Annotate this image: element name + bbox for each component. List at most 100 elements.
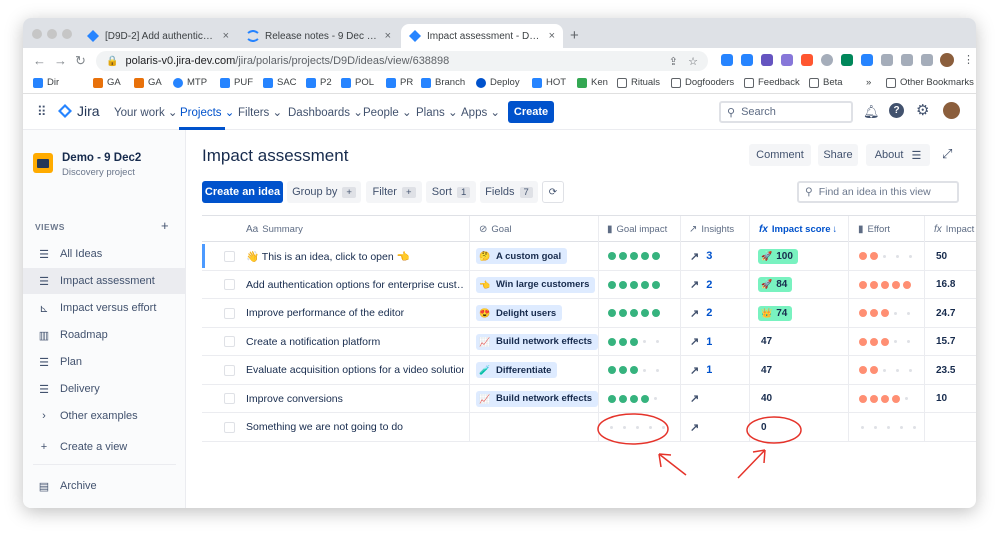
table-row[interactable]: Something we are not going to do ↗ 0 [202,413,976,442]
extension-icon[interactable] [781,54,793,66]
goal-tag[interactable]: 📈 Build network effects [476,333,599,350]
row-checkbox[interactable] [224,393,235,404]
bookmark[interactable]: POL [341,77,374,88]
find-idea-input[interactable]: ⚲ Find an idea in this view [797,181,959,203]
insights-count[interactable]: ↗ 3 [690,250,712,263]
share-button[interactable]: Share [818,144,858,166]
goal-tag[interactable]: 📈 Build network effects [476,390,599,407]
goal-tag[interactable]: 🧪 Differentiate [476,362,558,378]
bookmark-folder[interactable]: Dogfooders [671,77,734,88]
extension-icon[interactable] [761,54,773,66]
bookmark-folder[interactable]: Feedback [744,77,800,88]
goal-tag[interactable]: 😍 Delight users [476,305,563,321]
column-header-effort[interactable]: ▮ Effort [858,216,890,243]
star-icon[interactable]: ☆ [688,55,698,68]
row-checkbox[interactable] [224,279,235,290]
menu-icon[interactable]: ⋮ [963,53,974,66]
reload-icon[interactable]: ↻ [75,53,86,69]
minimize-window-icon[interactable] [47,29,57,39]
column-header-goal[interactable]: ⊘ Goal [479,216,511,243]
sidebar-item-all-ideas[interactable]: ☰ All Ideas [23,241,186,267]
bookmark[interactable]: GA [93,77,121,88]
column-header-goal-impact[interactable]: ▮ Goal impact [607,216,667,243]
goal-tag[interactable]: 👈 Win large customers [476,276,596,293]
row-checkbox[interactable] [224,336,235,347]
nav-apps[interactable]: Apps ⌄ [461,105,500,119]
puzzle-icon[interactable] [881,54,893,66]
add-view-icon[interactable]: + [161,218,169,233]
effort-rating[interactable] [859,413,924,441]
goal-impact-rating[interactable] [608,299,663,327]
bookmark[interactable]: PUF [220,77,253,88]
column-header-impact-score[interactable]: fx Impact score ↓ [759,216,837,243]
goal-impact-rating[interactable] [608,413,673,441]
effort-rating[interactable] [859,271,914,299]
effort-rating[interactable] [859,356,920,384]
extension-icon[interactable] [741,54,753,66]
extension-icon[interactable] [801,54,813,66]
back-icon[interactable]: ← [33,53,46,68]
idea-summary[interactable]: 👋 This is an idea, click to open 👈 [246,242,464,270]
bookmark[interactable]: Deploy [476,77,520,88]
browser-tab-0[interactable]: [D9D-2] Add authentication op × [79,24,237,48]
bookmark[interactable]: Ken [577,77,608,88]
table-row[interactable]: Improve conversions 📈 Build network effect… [202,384,976,413]
bookmark[interactable]: Branch [421,77,465,88]
filter-button[interactable]: Filter + [366,181,422,203]
sidebar-item-impact-versus-effort[interactable]: ⊾ Impact versus effort [23,295,186,321]
bookmark[interactable]: Dir [33,77,59,88]
insights-count[interactable]: ↗ 2 [690,307,712,320]
jira-logo[interactable]: Jira [58,103,100,119]
group-by-button[interactable]: Group by + [287,181,361,203]
browser-tab-2[interactable]: Impact assessment - Demo - × [401,24,563,48]
comment-button[interactable]: Comment [749,144,811,166]
user-avatar[interactable] [943,102,960,119]
table-row[interactable]: Add authentication options for enterpris… [202,270,976,299]
column-header-insights[interactable]: ↗ Insights [689,216,734,243]
nav-projects[interactable]: Projects ⌄ [180,105,234,119]
bookmark-folder[interactable]: Rituals [617,77,660,88]
row-checkbox[interactable] [224,307,235,319]
goal-impact-rating[interactable] [608,242,663,270]
bookmark-folder[interactable]: Other Bookmarks [886,77,974,88]
sidebar-item-archive[interactable]: ▤ Archive [23,473,186,499]
extension-icon[interactable] [821,54,833,66]
idea-summary[interactable]: Evaluate acquisition options for a video… [246,356,464,384]
bookmark-folder[interactable]: Beta [809,77,843,88]
goal-impact-rating[interactable] [608,385,665,413]
effort-rating[interactable] [859,385,916,413]
row-checkbox[interactable] [224,421,235,433]
bookmark[interactable]: P2 [306,77,332,88]
sidebar-item-other-examples[interactable]: › Other examples [23,403,186,429]
close-icon[interactable]: × [549,30,555,42]
extension-icon[interactable] [861,54,873,66]
goal-tag[interactable]: 🤔 A custom goal [476,248,568,264]
effort-rating[interactable] [859,242,920,270]
bookmark[interactable]: SAC [263,77,297,88]
sidebar-item-plan[interactable]: ☰ Plan [23,349,186,375]
row-checkbox[interactable] [224,364,235,376]
sidebar-item-impact-assessment[interactable]: ☰ Impact assessment [23,268,186,294]
insights-count[interactable]: ↗ [690,421,706,434]
help-icon[interactable]: ? [889,103,904,118]
nav-people[interactable]: People ⌄ [363,105,412,119]
nav-filters[interactable]: Filters ⌄ [238,105,282,119]
insights-count[interactable]: ↗ [690,392,706,405]
bookmark[interactable]: HOT [532,77,566,88]
maximize-window-icon[interactable] [62,29,72,39]
effort-rating[interactable] [859,299,918,327]
nav-dashboards[interactable]: Dashboards ⌄ [288,105,363,119]
more-bookmarks-button[interactable]: » [866,77,871,88]
table-row[interactable]: 👋 This is an idea, click to open 👈 🤔 A cus… [202,242,976,271]
goal-impact-rating[interactable] [608,356,667,384]
share-icon[interactable]: ⇪ [669,55,678,68]
create-idea-button[interactable]: Create an idea [202,181,283,203]
idea-summary[interactable]: Create a notification platform [246,328,464,356]
close-icon[interactable]: × [223,30,229,42]
close-window-icon[interactable] [32,29,42,39]
idea-summary[interactable]: Add authentication options for enterpris… [246,271,464,299]
bookmark[interactable]: PR [386,77,413,88]
side-panel-icon[interactable] [921,54,933,66]
goal-impact-rating[interactable] [608,328,667,356]
sidebar-item-roadmap[interactable]: ▥ Roadmap [23,322,186,348]
